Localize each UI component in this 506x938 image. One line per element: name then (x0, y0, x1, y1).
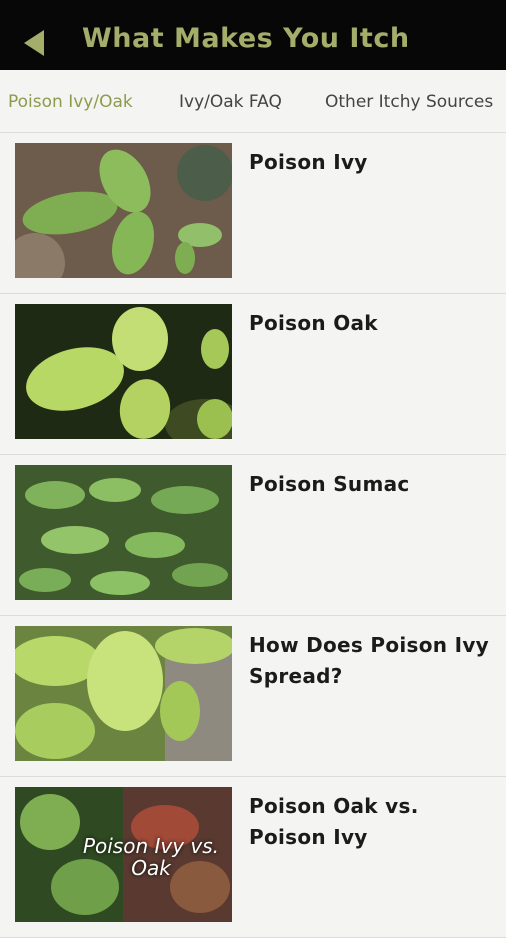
tab-other-itchy-sources[interactable]: Other Itchy Sources (325, 92, 493, 112)
poison-oak-image (15, 304, 232, 439)
list-item[interactable]: Poison Ivy vs. Oak Poison Oak vs. Poison… (0, 777, 506, 938)
list-item[interactable]: Poison Ivy (0, 133, 506, 294)
app-bar: What Makes You Itch (0, 0, 506, 70)
tab-ivy-oak-faq[interactable]: Ivy/Oak FAQ (179, 92, 282, 112)
item-title: Poison Sumac (249, 472, 410, 496)
item-title: Poison Ivy (249, 150, 368, 174)
item-title: How Does Poison Ivy Spread? (249, 633, 490, 688)
poison-sumac-image (15, 465, 232, 600)
back-arrow-icon[interactable] (24, 30, 44, 56)
tab-poison-ivy-oak[interactable]: Poison Ivy/Oak (8, 92, 133, 112)
article-list: Poison Ivy Poison Oak Poison Sumac How D… (0, 133, 506, 938)
list-item[interactable]: Poison Oak (0, 294, 506, 455)
tab-bar: Poison Ivy/Oak Ivy/Oak FAQ Other Itchy S… (0, 70, 506, 133)
poison-oak-vs-ivy-image: Poison Ivy vs. Oak (15, 787, 232, 922)
item-title: Poison Oak vs. Poison Ivy (249, 794, 419, 849)
poison-ivy-spread-image (15, 626, 232, 761)
list-item[interactable]: Poison Sumac (0, 455, 506, 616)
list-item[interactable]: How Does Poison Ivy Spread? (0, 616, 506, 777)
image-caption: Poison Ivy vs. Oak (82, 834, 220, 880)
poison-ivy-image (15, 143, 232, 278)
page-title: What Makes You Itch (82, 23, 410, 54)
item-title: Poison Oak (249, 311, 378, 335)
